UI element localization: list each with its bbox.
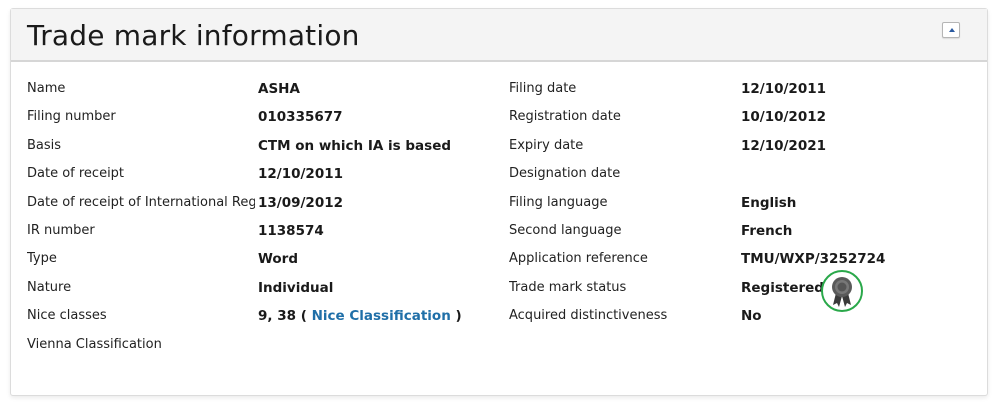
field-value: 12/10/2011 <box>258 166 344 183</box>
field-label: Type <box>27 251 57 267</box>
nice-classes-suffix: ) <box>455 308 462 325</box>
field-value: 12/10/2021 <box>741 137 827 154</box>
field-value: 10/10/2012 <box>741 109 827 126</box>
field-row-acquired-distinctiveness: Acquired distinctiveness No <box>509 302 979 330</box>
nice-classification-link[interactable]: Nice Classification <box>312 308 451 324</box>
field-row-basis: Basis CTM on which IA is based <box>27 132 497 160</box>
field-row-type: Type Word <box>27 245 497 273</box>
field-row-nice-classes: Nice classes 9, 38 ( Nice Classification… <box>27 302 497 330</box>
collapse-icon[interactable] <box>942 22 960 38</box>
field-value: Individual <box>258 279 334 296</box>
field-row-date-of-receipt: Date of receipt 12/10/2011 <box>27 160 497 188</box>
panel-header: Trade mark information <box>11 9 987 62</box>
field-row-designation-date: Designation date <box>509 160 979 188</box>
field-label: Filing date <box>509 81 577 96</box>
field-label: Registration date <box>509 109 621 125</box>
field-label: Filing number <box>27 109 116 125</box>
field-label: Basis <box>27 137 62 153</box>
field-label: Application reference <box>509 251 648 267</box>
field-label: Nature <box>27 279 72 295</box>
field-label: Date of receipt of International Registr… <box>27 194 255 210</box>
field-label: Vienna Classification <box>27 336 162 352</box>
field-value: No <box>741 308 762 325</box>
field-label: IR number <box>27 222 95 238</box>
field-row-expiry-date: Expiry date 12/10/2021 <box>509 132 979 160</box>
nice-classes-value: 9, 38 ( <box>258 308 307 325</box>
field-row-name: Name ASHA <box>27 75 497 103</box>
field-value: French <box>741 222 793 239</box>
field-row-filing-language: Filing language English <box>509 189 979 217</box>
right-column: Filing date 12/10/2011 Registration date… <box>509 75 979 331</box>
field-row-vienna-classification: Vienna Classification <box>27 331 497 359</box>
field-value: Registered <box>741 279 824 296</box>
field-value: 010335677 <box>258 109 343 126</box>
panel-title: Trade mark information <box>27 19 360 52</box>
trade-mark-information-panel: Trade mark information Name ASHA Filing … <box>10 8 988 396</box>
field-value: 9, 38 ( Nice Classification ) <box>258 308 462 324</box>
left-column: Name ASHA Filing number 010335677 Basis … <box>27 75 497 359</box>
field-label: Acquired distinctiveness <box>509 308 668 324</box>
field-label: Second language <box>509 222 622 238</box>
field-row-application-reference: Application reference TMU/WXP/3252724 <box>509 245 979 273</box>
field-label: Trade mark status <box>509 279 627 295</box>
field-value: CTM on which IA is based <box>258 137 452 154</box>
field-label: Name <box>27 81 66 96</box>
field-label: Designation date <box>509 166 621 182</box>
field-value: 1138574 <box>258 222 324 239</box>
field-row-second-language: Second language French <box>509 217 979 245</box>
field-row-nature: Nature Individual <box>27 274 497 302</box>
field-row-registration-date: Registration date 10/10/2012 <box>509 103 979 131</box>
field-value: TMU/WXP/3252724 <box>741 251 886 268</box>
field-value: 13/09/2012 <box>258 194 344 211</box>
field-row-filing-date: Filing date 12/10/2011 <box>509 75 979 103</box>
field-label: Filing language <box>509 194 608 210</box>
field-row-filing-number: Filing number 010335677 <box>27 103 497 131</box>
field-row-trade-mark-status: Trade mark status Registered <box>509 269 979 312</box>
field-value: Word <box>258 251 299 268</box>
field-label: Date of receipt <box>27 166 125 182</box>
field-value: ASHA <box>258 81 300 97</box>
field-row-date-of-receipt-ir: Date of receipt of International Registr… <box>27 189 497 217</box>
field-label: Nice classes <box>27 308 107 324</box>
field-row-ir-number: IR number 1138574 <box>27 217 497 245</box>
field-label: Expiry date <box>509 137 584 153</box>
field-value: 12/10/2011 <box>741 81 827 97</box>
field-value: English <box>741 194 797 211</box>
